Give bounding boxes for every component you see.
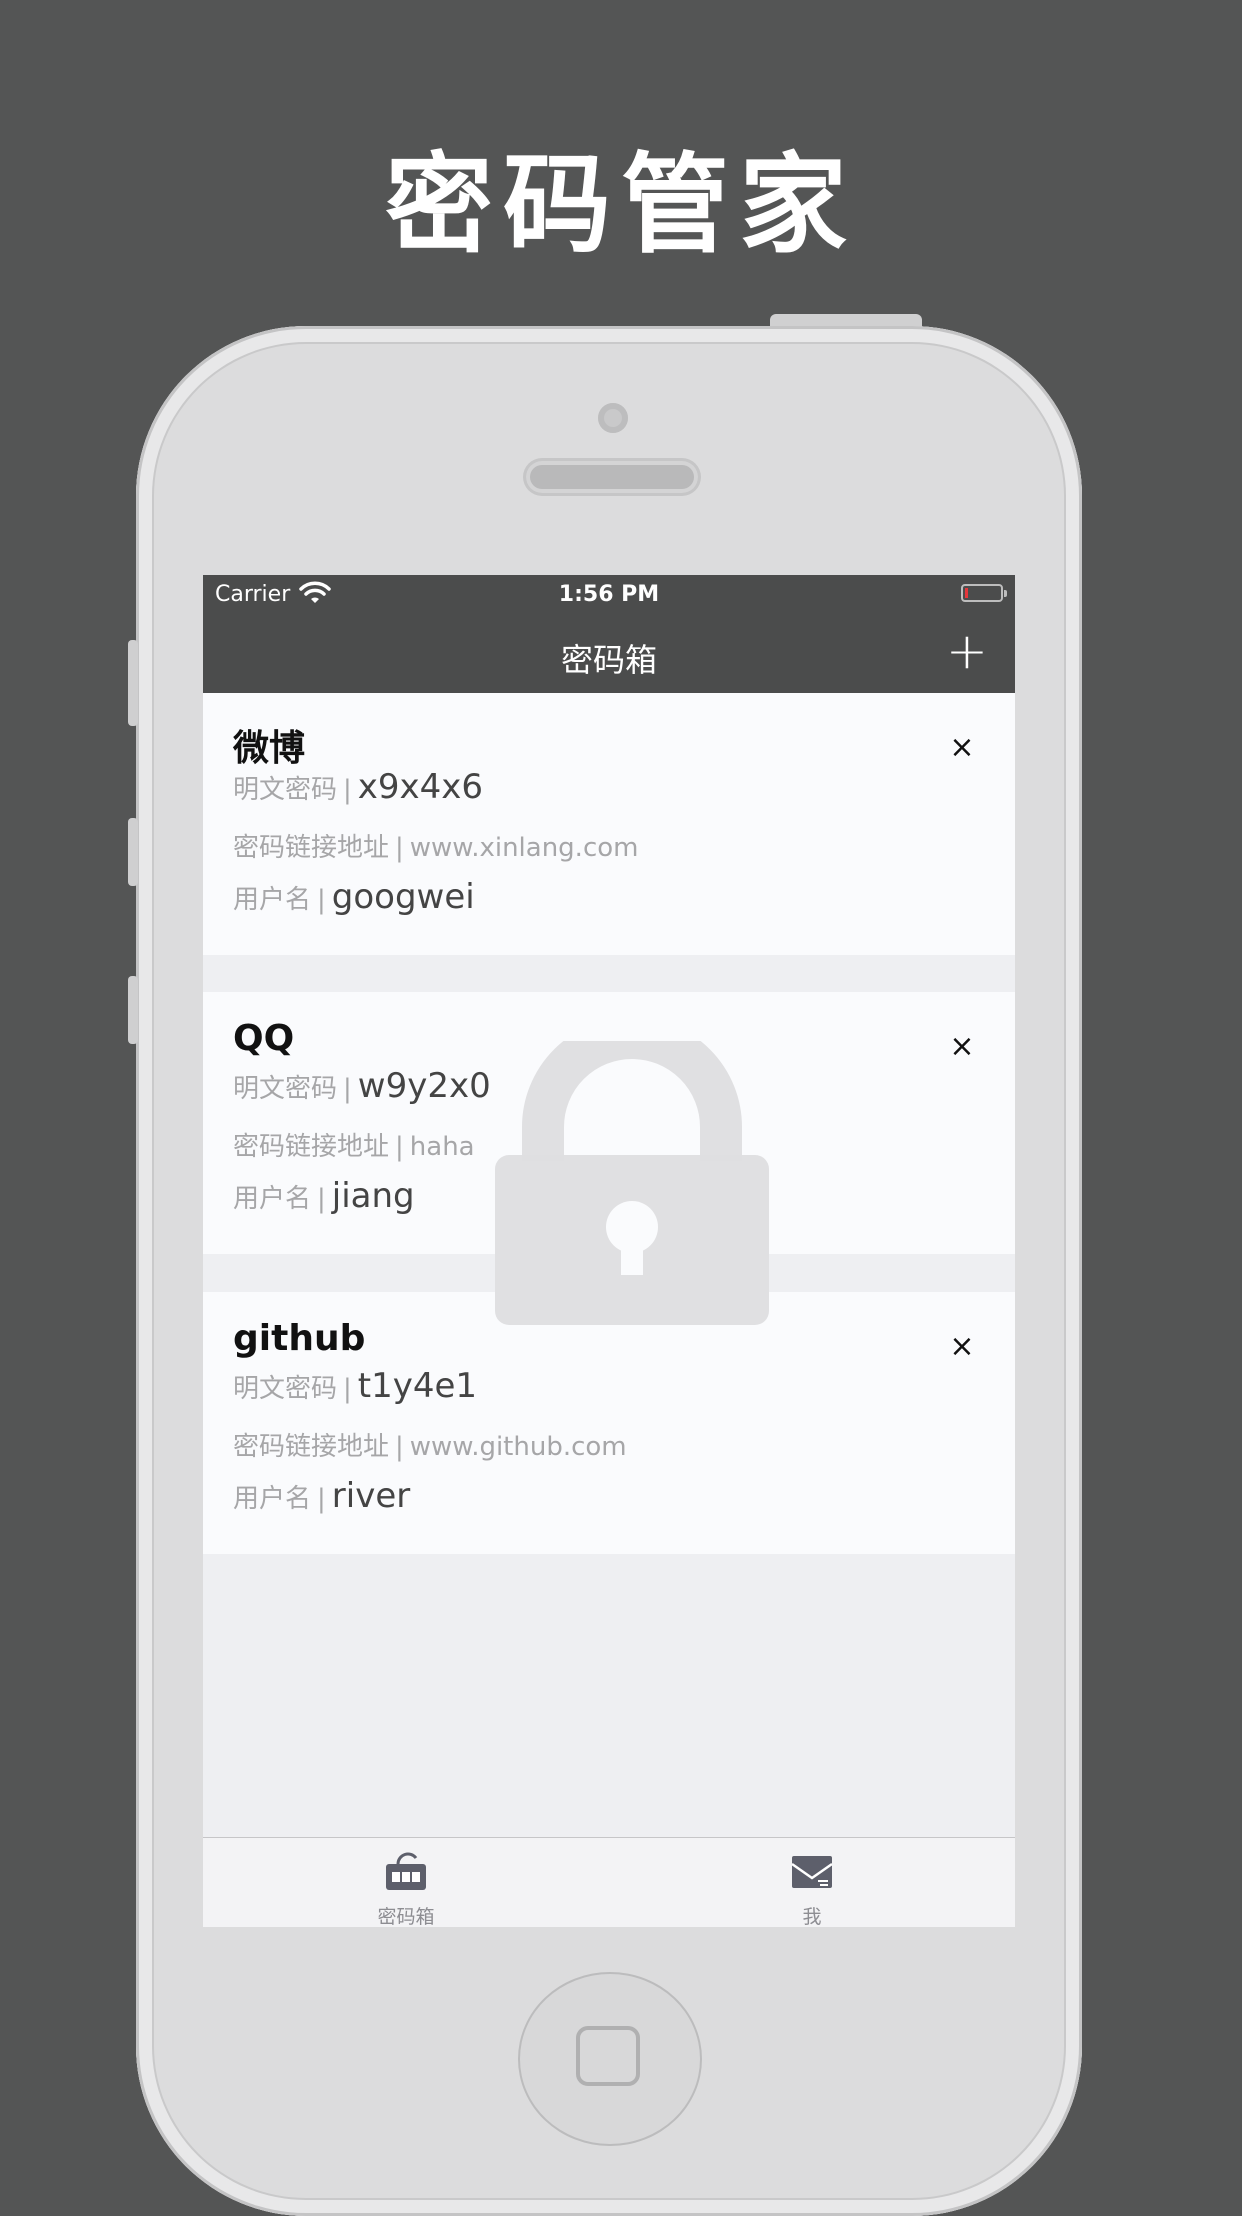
- username-row: 用户名 | river: [233, 1476, 410, 1516]
- username-value: googwei: [331, 877, 475, 917]
- lock-box-icon: [386, 1852, 426, 1890]
- page-title: 密码管家: [384, 143, 857, 268]
- password-value: x9x4x6: [357, 767, 484, 807]
- app-screen: Carrier 1:56 PM 密码箱 + 微博 × 明文密码 | x9x4x6 密…: [203, 575, 1015, 1927]
- username-value: jiang: [331, 1176, 415, 1216]
- separator: |: [395, 1432, 404, 1462]
- entry-name: github: [233, 1318, 366, 1359]
- nav-title: 密码箱: [560, 641, 657, 679]
- username-label: 用户名: [233, 1484, 312, 1514]
- battery-icon: [961, 584, 1007, 602]
- separator: |: [317, 885, 326, 915]
- password-card[interactable]: 微博 × 明文密码 | x9x4x6 密码链接地址 | www.xinlang.com …: [203, 693, 1015, 955]
- delete-entry-button[interactable]: ×: [947, 1332, 977, 1362]
- password-row: 明文密码 | t1y4e1: [233, 1366, 477, 1406]
- status-bar: Carrier 1:56 PM: [203, 575, 1015, 615]
- status-time: 1:56 PM: [558, 582, 660, 607]
- link-value: www.github.com: [409, 1432, 627, 1462]
- separator: |: [317, 1484, 326, 1514]
- link-row: 密码链接地址 | www.xinlang.com: [233, 827, 638, 864]
- password-row: 明文密码 | x9x4x6: [233, 767, 483, 807]
- link-row: 密码链接地址 | haha: [233, 1126, 475, 1163]
- username-row: 用户名 | googwei: [233, 877, 475, 917]
- mute-switch: [128, 640, 138, 726]
- tab-bar: 密码箱 我: [203, 1837, 1015, 1927]
- password-value: w9y2x0: [357, 1066, 491, 1106]
- username-value: river: [331, 1476, 411, 1516]
- profile-envelope-icon: [792, 1856, 832, 1888]
- home-button-square-icon: [576, 2026, 640, 2086]
- add-entry-button[interactable]: +: [943, 626, 991, 677]
- username-label: 用户名: [233, 1184, 312, 1214]
- tab-label: 密码箱: [377, 1906, 435, 1927]
- password-label: 明文密码: [233, 1074, 338, 1104]
- tab-password-box[interactable]: 密码箱: [203, 1838, 609, 1927]
- link-value: haha: [409, 1132, 475, 1162]
- tab-label: 我: [802, 1906, 822, 1927]
- earpiece-speaker: [526, 461, 698, 493]
- navigation-bar: 密码箱 +: [203, 615, 1015, 693]
- separator: |: [343, 1074, 352, 1104]
- entry-name: QQ: [233, 1018, 295, 1059]
- tab-me[interactable]: 我: [609, 1838, 1015, 1927]
- front-camera: [598, 403, 628, 433]
- separator: |: [343, 1374, 352, 1404]
- volume-down-button: [128, 976, 138, 1044]
- entry-name: 微博: [233, 728, 306, 769]
- username-row: 用户名 | jiang: [233, 1176, 415, 1216]
- delete-entry-button[interactable]: ×: [947, 733, 977, 763]
- password-card[interactable]: github × 明文密码 | t1y4e1 密码链接地址 | www.github.c…: [203, 1292, 1015, 1554]
- link-row: 密码链接地址 | www.github.com: [233, 1426, 627, 1463]
- separator: |: [395, 1132, 404, 1162]
- password-card[interactable]: QQ × 明文密码 | w9y2x0 密码链接地址 | haha 用户名 | jiang: [203, 992, 1015, 1254]
- link-value: www.xinlang.com: [409, 833, 639, 863]
- separator: |: [343, 775, 352, 805]
- link-label: 密码链接地址: [233, 1432, 390, 1462]
- delete-entry-button[interactable]: ×: [947, 1032, 977, 1062]
- password-value: t1y4e1: [357, 1366, 478, 1406]
- password-label: 明文密码: [233, 775, 338, 805]
- password-label: 明文密码: [233, 1374, 338, 1404]
- separator: |: [395, 833, 404, 863]
- username-label: 用户名: [233, 885, 312, 915]
- password-row: 明文密码 | w9y2x0: [233, 1066, 491, 1106]
- separator: |: [317, 1184, 326, 1214]
- home-button[interactable]: [518, 1972, 702, 2146]
- volume-up-button: [128, 818, 138, 886]
- link-label: 密码链接地址: [233, 1132, 390, 1162]
- link-label: 密码链接地址: [233, 833, 390, 863]
